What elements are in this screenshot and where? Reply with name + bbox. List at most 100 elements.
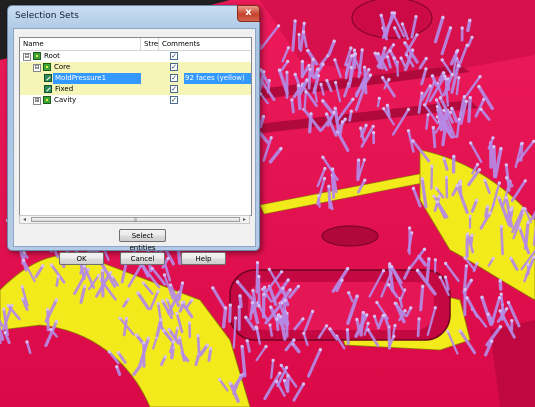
stream-checkbox[interactable]: ✓ — [170, 63, 178, 71]
pressure-vector-tip — [362, 158, 366, 162]
collapse-icon[interactable]: ⊟ — [33, 64, 41, 72]
pressure-vector-tip — [373, 51, 377, 55]
pressure-vector-tip — [165, 298, 169, 302]
pressure-vector-tip — [486, 312, 490, 316]
pressure-vector-tip — [162, 329, 166, 333]
pressure-vector-tip — [365, 313, 369, 317]
pressure-vector-arrow — [310, 57, 315, 78]
pressure-vector-tip — [509, 208, 513, 212]
pressure-vector-tip — [442, 71, 446, 75]
scrollbar-thumb[interactable]: ||| — [31, 217, 240, 222]
select-entities-button[interactable]: Select entities — [119, 229, 166, 252]
scroll-left-icon[interactable]: ◂ — [20, 216, 29, 223]
pressure-vector-tip — [83, 284, 87, 288]
tree-row-moldpressure1[interactable]: MoldPressure1 ✓ 92 faces (yellow) — [20, 73, 251, 84]
stream-checkbox[interactable]: ✓ — [170, 74, 178, 82]
comment-cell — [184, 95, 251, 106]
help-button[interactable]: Help — [181, 252, 226, 265]
pressure-vector-tip — [491, 256, 495, 260]
pressure-vector-arrow — [425, 257, 431, 283]
pressure-vector-tip — [497, 181, 501, 185]
grip-icon: ||| — [133, 217, 138, 222]
pressure-vector-tip — [457, 117, 461, 121]
pressure-vector-tip — [486, 204, 490, 209]
pressure-vector-arrow — [290, 98, 295, 114]
pressure-vector-tip — [316, 67, 320, 71]
pressure-vector-tip — [363, 178, 367, 182]
tree-row-root[interactable]: ⊟ Root ✓ — [20, 51, 251, 62]
pressure-vector-tip — [349, 65, 353, 70]
pressure-vector-tip — [327, 184, 331, 188]
pressure-vector-tip — [428, 84, 432, 88]
selection-tree[interactable]: Name Stre... Comments ⊟ Root ✓ ⊟ Core ✓ — [19, 37, 252, 216]
pressure-vector-tip — [296, 84, 301, 88]
column-header-name[interactable]: Name — [20, 38, 141, 50]
column-header-stream[interactable]: Stre... — [141, 38, 159, 50]
horizontal-scrollbar[interactable]: ◂ ||| ▸ — [19, 215, 250, 224]
pressure-vector-arrow — [255, 261, 259, 294]
pressure-vector-tip — [3, 331, 7, 335]
stream-checkbox[interactable]: ✓ — [170, 96, 178, 104]
expand-icon[interactable]: ⊞ — [33, 97, 41, 105]
tree-row-cavity[interactable]: ⊞ Cavity ✓ — [20, 95, 251, 106]
pressure-vector-tip — [455, 50, 459, 54]
pressure-vector-tip — [505, 176, 509, 180]
pressure-vector-tip — [285, 70, 289, 74]
pressure-vector-tip — [347, 291, 351, 295]
comment-cell: 92 faces (yellow) — [184, 73, 251, 84]
pressure-vector-tip — [391, 43, 396, 47]
pressure-vector-tip — [420, 177, 424, 181]
pressure-vector-arrow — [356, 158, 361, 182]
pressure-vector-tip — [468, 18, 472, 22]
ok-button[interactable]: OK — [59, 252, 104, 265]
pressure-vector-tip — [423, 103, 427, 107]
pressure-vector-tip — [269, 136, 273, 140]
pressure-vector-tip — [477, 168, 481, 172]
pressure-vector-tip — [426, 113, 430, 117]
pressure-vector-tip — [22, 251, 26, 255]
pressure-vector-tip — [307, 63, 311, 68]
stream-checkbox[interactable]: ✓ — [170, 85, 178, 93]
pressure-vector-tip — [321, 155, 325, 159]
tree-row-fixed[interactable]: Fixed ✓ — [20, 84, 251, 95]
pressure-vector-tip — [458, 329, 462, 333]
pressure-vector-tip — [150, 266, 154, 270]
pressure-vector-tip — [205, 343, 209, 347]
pressure-vector-tip — [359, 126, 363, 130]
pressure-vector-tip — [475, 198, 479, 202]
cancel-button[interactable]: Cancel — [120, 252, 165, 265]
pressure-vector-tip — [488, 211, 492, 215]
dialog-titlebar[interactable]: Selection Sets x — [8, 5, 260, 28]
pressure-vector-tip — [399, 56, 403, 60]
pressure-vector-tip — [526, 220, 530, 224]
pressure-vector-tip — [475, 261, 479, 265]
close-button[interactable]: x — [237, 5, 260, 22]
pressure-vector-tip — [115, 365, 119, 369]
pressure-vector-tip — [333, 106, 337, 110]
pressure-vector-tip — [279, 147, 283, 151]
pressure-vector-tip — [483, 178, 487, 182]
stream-checkbox[interactable]: ✓ — [170, 52, 178, 60]
pressure-vector-tip — [434, 186, 438, 190]
pressure-vector-tip — [444, 175, 449, 179]
pressure-vector-tip — [462, 95, 467, 99]
pressure-vector-tip — [490, 339, 494, 343]
pressure-vector-tip — [156, 289, 160, 293]
pressure-vector-tip — [300, 59, 304, 64]
pressure-vector-tip — [317, 194, 321, 198]
tree-row-core[interactable]: ⊟ Core ✓ — [20, 62, 251, 73]
scroll-right-icon[interactable]: ▸ — [240, 216, 249, 223]
pressure-vector-tip — [469, 141, 473, 145]
pressure-vector-tip — [455, 184, 459, 188]
pressure-vector-tip — [125, 316, 129, 320]
pressure-vector-tip — [371, 124, 375, 128]
pressure-vector-tip — [478, 75, 482, 79]
pressure-vector-tip — [251, 288, 255, 293]
collapse-icon[interactable]: ⊟ — [23, 53, 31, 61]
pressure-vector-tip — [383, 46, 387, 50]
pressure-vector-tip — [311, 309, 315, 313]
pressure-vector-tip — [465, 232, 470, 236]
pressure-vector-arrow — [221, 306, 228, 329]
column-header-comments[interactable]: Comments — [159, 38, 251, 50]
pressure-vector-tip — [360, 48, 364, 52]
